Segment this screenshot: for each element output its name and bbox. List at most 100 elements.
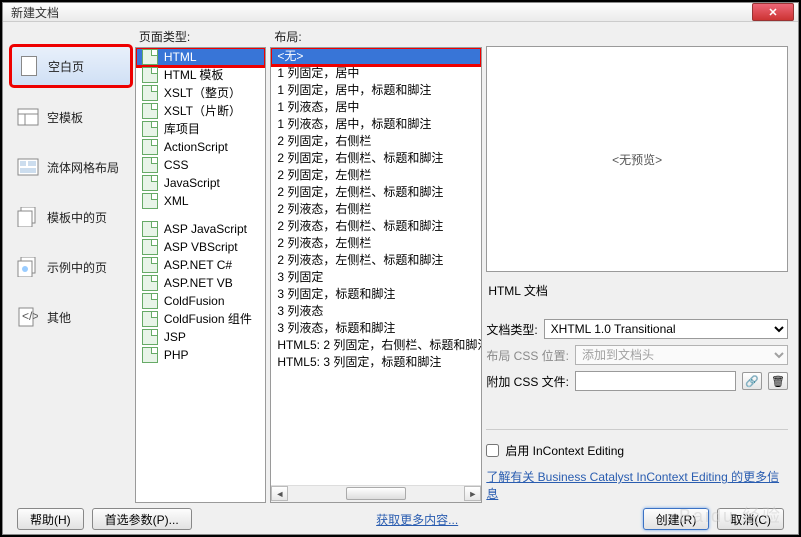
remove-css-button[interactable]: 🗑 [768, 372, 788, 390]
doctype-label: 文档类型: [486, 321, 537, 338]
layout-label: HTML5: 3 列固定，标题和脚注 [277, 355, 441, 370]
file-icon [142, 193, 158, 209]
scroll-right-arrow[interactable]: ► [464, 486, 481, 501]
file-icon [142, 347, 158, 363]
layout-item[interactable]: 2 列固定，左侧栏、标题和脚注 [271, 184, 481, 201]
code-icon: </> [17, 306, 39, 328]
page-type-item[interactable]: CSS [136, 156, 265, 174]
layout-item[interactable]: 1 列固定，居中，标题和脚注 [271, 82, 481, 99]
page-type-item[interactable]: XSLT（整页） [136, 84, 265, 102]
layout-label: 1 列液态，居中 [277, 100, 359, 115]
incontext-label: 启用 InContext Editing [505, 442, 624, 459]
layout-column: 布局: <无>1 列固定，居中1 列固定，居中，标题和脚注1 列液态，居中1 列… [270, 28, 482, 503]
layout-item[interactable]: 2 列液态，右侧栏 [271, 201, 481, 218]
layout-label: 2 列固定，左侧栏、标题和脚注 [277, 185, 443, 200]
layout-label: 2 列液态，左侧栏、标题和脚注 [277, 253, 443, 268]
file-icon [142, 49, 158, 65]
page-type-item[interactable]: HTML [136, 48, 265, 66]
nav-page-from-template[interactable]: 模板中的页 [11, 198, 131, 236]
page-type-item[interactable]: ColdFusion [136, 292, 265, 310]
nav-label: 流体网格布局 [47, 159, 119, 176]
attach-css-input[interactable] [575, 371, 736, 391]
layout-item[interactable]: 2 列液态，左侧栏 [271, 235, 481, 252]
page-type-item[interactable]: PHP [136, 346, 265, 364]
page-type-item[interactable]: 库项目 [136, 120, 265, 138]
get-more-link[interactable]: 获取更多内容... [376, 513, 458, 527]
nav-blank-page[interactable]: 空白页 [11, 46, 131, 86]
page-type-item[interactable]: ASP.NET C# [136, 256, 265, 274]
layout-item[interactable]: 1 列固定，居中 [271, 65, 481, 82]
create-button[interactable]: 创建(R) [643, 508, 710, 530]
layout-item[interactable]: 3 列固定 [271, 269, 481, 286]
layout-item[interactable]: 3 列液态，标题和脚注 [271, 320, 481, 337]
page-type-label: ASP.NET C# [164, 258, 232, 273]
page-type-label: ColdFusion [164, 294, 225, 309]
page-type-label: ActionScript [164, 140, 228, 155]
grid-icon [17, 156, 39, 178]
page-type-list[interactable]: HTMLHTML 模板XSLT（整页） XSLT（片断） 库项目 ActionScri… [135, 47, 266, 503]
incontext-learn-more-link[interactable]: 了解有关 Business Catalyst InContext Editing… [486, 465, 788, 503]
page-type-item[interactable]: JavaScript [136, 174, 265, 192]
layout-item[interactable]: 2 列固定，左侧栏 [271, 167, 481, 184]
layout-item[interactable]: 2 列固定，右侧栏 [271, 133, 481, 150]
layout-item[interactable]: 2 列液态，右侧栏、标题和脚注 [271, 218, 481, 235]
page-type-label: 库项目 [164, 122, 200, 137]
page-type-item[interactable]: XSLT（片断） [136, 102, 265, 120]
nav-label: 示例中的页 [47, 259, 107, 276]
scroll-track[interactable] [288, 487, 464, 500]
page-type-item[interactable]: ColdFusion 组件 [136, 310, 265, 328]
cancel-button[interactable]: 取消(C) [717, 508, 784, 530]
css-position-row: 布局 CSS 位置: 添加到文档头 [486, 345, 788, 365]
layout-item[interactable]: <无> [271, 48, 481, 65]
incontext-checkbox[interactable] [486, 444, 499, 457]
layout-label: 2 列固定，右侧栏 [277, 134, 371, 149]
preview-description: HTML 文档 [486, 278, 788, 313]
nav-blank-template[interactable]: 空模板 [11, 98, 131, 136]
layout-item[interactable]: 3 列液态 [271, 303, 481, 320]
help-button[interactable]: 帮助(H) [17, 508, 84, 530]
file-icon [142, 121, 158, 137]
layout-label: 3 列液态 [277, 304, 323, 319]
css-position-label: 布局 CSS 位置: [486, 347, 569, 364]
layout-list[interactable]: <无>1 列固定，居中1 列固定，居中，标题和脚注1 列液态，居中1 列液态，居… [271, 48, 481, 485]
layout-item[interactable]: 1 列液态，居中，标题和脚注 [271, 116, 481, 133]
layout-item[interactable]: 3 列固定，标题和脚注 [271, 286, 481, 303]
page-type-item[interactable]: HTML 模板 [136, 66, 265, 84]
layout-label: 2 列液态，右侧栏 [277, 202, 371, 217]
layout-item[interactable]: 1 列液态，居中 [271, 99, 481, 116]
close-button[interactable]: ✕ [752, 3, 794, 21]
page-type-item[interactable]: ASP VBScript [136, 238, 265, 256]
page-type-label: CSS [164, 158, 189, 173]
layout-item[interactable]: HTML5: 2 列固定，右侧栏、标题和脚注 [271, 337, 481, 354]
layout-item[interactable]: HTML5: 3 列固定，标题和脚注 [271, 354, 481, 371]
scroll-thumb[interactable] [346, 487, 406, 500]
nav-label: 模板中的页 [47, 209, 107, 226]
page-icon [18, 55, 40, 77]
attach-css-row: 附加 CSS 文件: 🔗 🗑 [486, 371, 788, 391]
horizontal-scrollbar[interactable]: ◄ ► [271, 485, 481, 502]
nav-page-from-sample[interactable]: 示例中的页 [11, 248, 131, 286]
page-type-label: XSLT（片断） [164, 104, 241, 119]
page-type-item[interactable]: XML [136, 192, 265, 210]
nav-other[interactable]: </> 其他 [11, 298, 131, 336]
nav-label: 空白页 [48, 58, 84, 75]
layout-item[interactable]: 2 列固定，右侧栏、标题和脚注 [271, 150, 481, 167]
css-position-select: 添加到文档头 [575, 345, 788, 365]
nav-fluid-grid[interactable]: 流体网格布局 [11, 148, 131, 186]
doctype-select[interactable]: XHTML 1.0 Transitional [544, 319, 788, 339]
layout-label: 3 列固定，标题和脚注 [277, 287, 395, 302]
page-type-item[interactable]: ActionScript [136, 138, 265, 156]
file-icon [142, 103, 158, 119]
preferences-button[interactable]: 首选参数(P)... [92, 508, 192, 530]
file-icon [142, 85, 158, 101]
page-type-item[interactable]: ASP JavaScript [136, 220, 265, 238]
page-type-item[interactable]: JSP [136, 328, 265, 346]
page-type-label: ColdFusion 组件 [164, 312, 252, 327]
scroll-left-arrow[interactable]: ◄ [271, 486, 288, 501]
layout-label: 2 列固定，左侧栏 [277, 168, 371, 183]
page-type-item[interactable]: ASP.NET VB [136, 274, 265, 292]
file-icon [142, 257, 158, 273]
page-type-label: ASP VBScript [164, 240, 238, 255]
link-css-button[interactable]: 🔗 [742, 372, 762, 390]
layout-item[interactable]: 2 列液态，左侧栏、标题和脚注 [271, 252, 481, 269]
